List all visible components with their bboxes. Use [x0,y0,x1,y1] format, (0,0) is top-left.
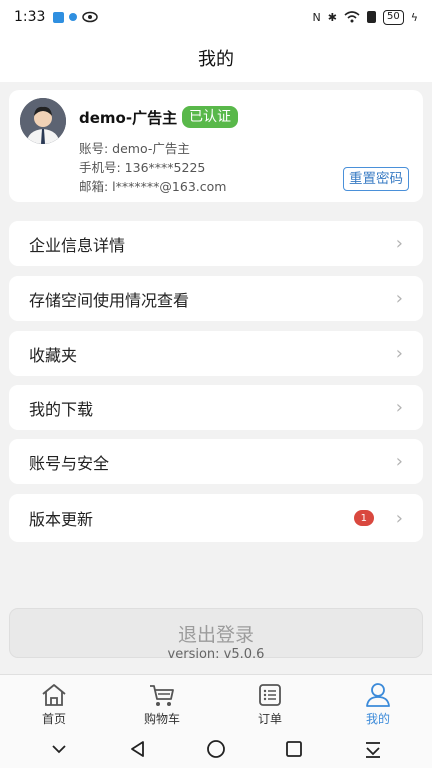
menu-item-label: 版本更新 [29,510,94,529]
chevron-right-icon: › [395,507,403,529]
order-icon [259,684,281,706]
avatar [20,98,66,144]
charging-icon: ϟ [410,10,418,24]
menu-item-account-security[interactable]: 账号与安全 › [9,439,423,484]
update-badge: 1 [353,510,374,526]
avatar-person-icon [20,98,66,144]
menu-item-label: 企业信息详情 [29,235,126,255]
menu-item-label: 收藏夹 [29,345,78,365]
logout-label: 退出登录 [177,624,254,646]
cart-icon [150,685,174,706]
chevron-right-icon: › [395,343,403,364]
menu-item-company-info[interactable]: 企业信息详情 › [9,221,423,266]
tab-label: 首页 [41,712,66,726]
battery-icon: 50 [383,9,404,25]
verified-badge: 已认证 [182,106,238,128]
chevron-right-icon: › [395,288,403,309]
home-button-icon[interactable] [206,739,226,759]
menu-item-version-update[interactable]: 版本更新 1 › [9,494,423,542]
account-text: 账号: demo-广告主 [79,141,190,156]
app-notification-icon [69,13,78,21]
menu-item-storage[interactable]: 存储空间使用情况查看 › [9,276,423,321]
app-notification-icon [53,11,65,23]
page-title: 我的 [198,49,234,70]
back-icon[interactable] [128,739,148,759]
phone-text: 手机号: 136****5225 [79,160,206,175]
menu-item-favorites[interactable]: 收藏夹 › [9,331,423,376]
page-header: 我的 [0,34,432,82]
status-time: 1:33 [14,9,46,25]
menu-item-downloads[interactable]: 我的下载 › [9,385,423,430]
menu-item-label: 我的下载 [29,399,94,419]
chevron-right-icon: › [395,233,403,254]
person-icon [366,683,390,707]
status-bar: 1:33 N ✱ 50 ϟ [0,0,432,34]
profile-name: demo-广告主 [79,109,178,127]
sim-icon [367,11,376,23]
version-text: version: v5.0.6 [167,647,265,662]
tab-orders[interactable]: 订单 [216,675,324,730]
nfc-icon: N [312,10,321,24]
notification-pull-icon[interactable] [363,739,383,759]
email-text: 邮箱: l*******@163.com [79,179,227,194]
home-icon [42,684,66,706]
menu-item-label: 存储空间使用情况查看 [29,290,190,310]
chevron-down-icon[interactable] [49,739,69,759]
chevron-right-icon: › [395,451,403,472]
reset-password-button[interactable]: 重置密码 [343,167,409,191]
profile-card: demo-广告主 已认证 账号: demo-广告主 手机号: 136****52… [9,90,423,202]
tab-label: 购物车 [143,712,180,726]
tab-cart[interactable]: 购物车 [108,675,216,730]
chevron-right-icon: › [395,397,403,418]
recents-icon[interactable] [284,739,304,759]
wifi-icon [344,11,360,23]
bottom-tab-bar: 首页 购物车 订单 我的 [0,674,432,730]
tab-label: 我的 [365,712,390,726]
tab-label: 订单 [257,712,282,726]
tab-mine[interactable]: 我的 [324,675,432,730]
eye-icon [82,11,99,23]
bluetooth-icon: ✱ [327,10,337,24]
menu-item-label: 账号与安全 [29,453,110,473]
system-navigation-bar [0,730,432,768]
tab-home[interactable]: 首页 [0,675,108,730]
